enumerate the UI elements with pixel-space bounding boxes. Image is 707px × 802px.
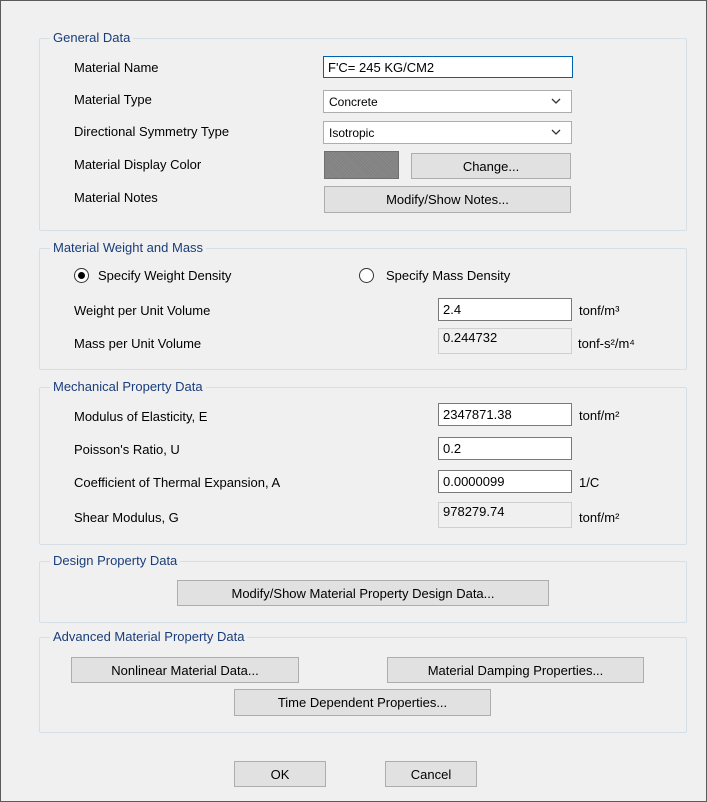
weight-per-volume-label: Weight per Unit Volume — [74, 303, 211, 318]
shear-modulus-value: 978279.74 — [438, 502, 572, 528]
weight-unit: tonf/m³ — [579, 303, 620, 318]
material-type-select[interactable]: Concrete — [323, 90, 572, 113]
shear-modulus-label: Shear Modulus, G — [74, 510, 179, 525]
specify-weight-label: Specify Weight Density — [98, 268, 232, 283]
poisson-ratio-input[interactable] — [438, 437, 572, 460]
cancel-button[interactable]: Cancel — [385, 761, 477, 787]
specify-mass-radio[interactable] — [359, 268, 374, 283]
damping-properties-button[interactable]: Material Damping Properties... — [387, 657, 644, 683]
modulus-elasticity-label: Modulus of Elasticity, E — [74, 409, 208, 424]
time-dependent-button[interactable]: Time Dependent Properties... — [234, 689, 491, 716]
symmetry-type-value: Isotropic — [329, 126, 375, 140]
advanced-property-title: Advanced Material Property Data — [50, 629, 248, 645]
mass-unit: tonf-s²/m⁴ — [578, 336, 635, 351]
thermal-unit: 1/C — [579, 475, 600, 490]
chevron-down-icon — [551, 129, 561, 135]
shear-unit: tonf/m² — [579, 510, 620, 525]
display-color-label: Material Display Color — [74, 157, 202, 172]
change-color-button[interactable]: Change... — [411, 153, 571, 179]
material-name-input[interactable] — [323, 56, 573, 78]
material-property-dialog: General Data Material Name Material Type… — [0, 0, 707, 802]
ok-button[interactable]: OK — [234, 761, 326, 787]
advanced-property-group: Advanced Material Property Data — [39, 629, 687, 733]
mass-per-volume-label: Mass per Unit Volume — [74, 336, 202, 351]
mass-per-volume-value: 0.244732 — [438, 328, 572, 354]
design-data-button[interactable]: Modify/Show Material Property Design Dat… — [177, 580, 549, 606]
mechanical-property-title: Mechanical Property Data — [50, 379, 206, 395]
color-swatch — [324, 151, 399, 179]
thermal-expansion-input[interactable] — [438, 470, 572, 493]
symmetry-type-label: Directional Symmetry Type — [74, 124, 230, 139]
modify-notes-button[interactable]: Modify/Show Notes... — [324, 186, 571, 213]
general-data-title: General Data — [50, 30, 134, 46]
specify-weight-radio[interactable] — [74, 268, 89, 283]
material-type-value: Concrete — [329, 95, 378, 109]
symmetry-type-select[interactable]: Isotropic — [323, 121, 572, 144]
nonlinear-material-button[interactable]: Nonlinear Material Data... — [71, 657, 299, 683]
material-notes-label: Material Notes — [74, 190, 158, 205]
material-name-label: Material Name — [74, 60, 159, 75]
poisson-ratio-label: Poisson's Ratio, U — [74, 442, 180, 457]
thermal-expansion-label: Coefficient of Thermal Expansion, A — [74, 475, 281, 490]
weight-per-volume-input[interactable] — [438, 298, 572, 321]
modulus-elasticity-input[interactable] — [438, 403, 572, 426]
specify-mass-label: Specify Mass Density — [386, 268, 511, 283]
radio-selected-dot — [78, 272, 85, 279]
chevron-down-icon — [551, 98, 561, 104]
design-property-title: Design Property Data — [50, 553, 181, 569]
material-type-label: Material Type — [74, 92, 152, 107]
modulus-unit: tonf/m² — [579, 408, 620, 423]
weight-mass-title: Material Weight and Mass — [50, 240, 207, 256]
